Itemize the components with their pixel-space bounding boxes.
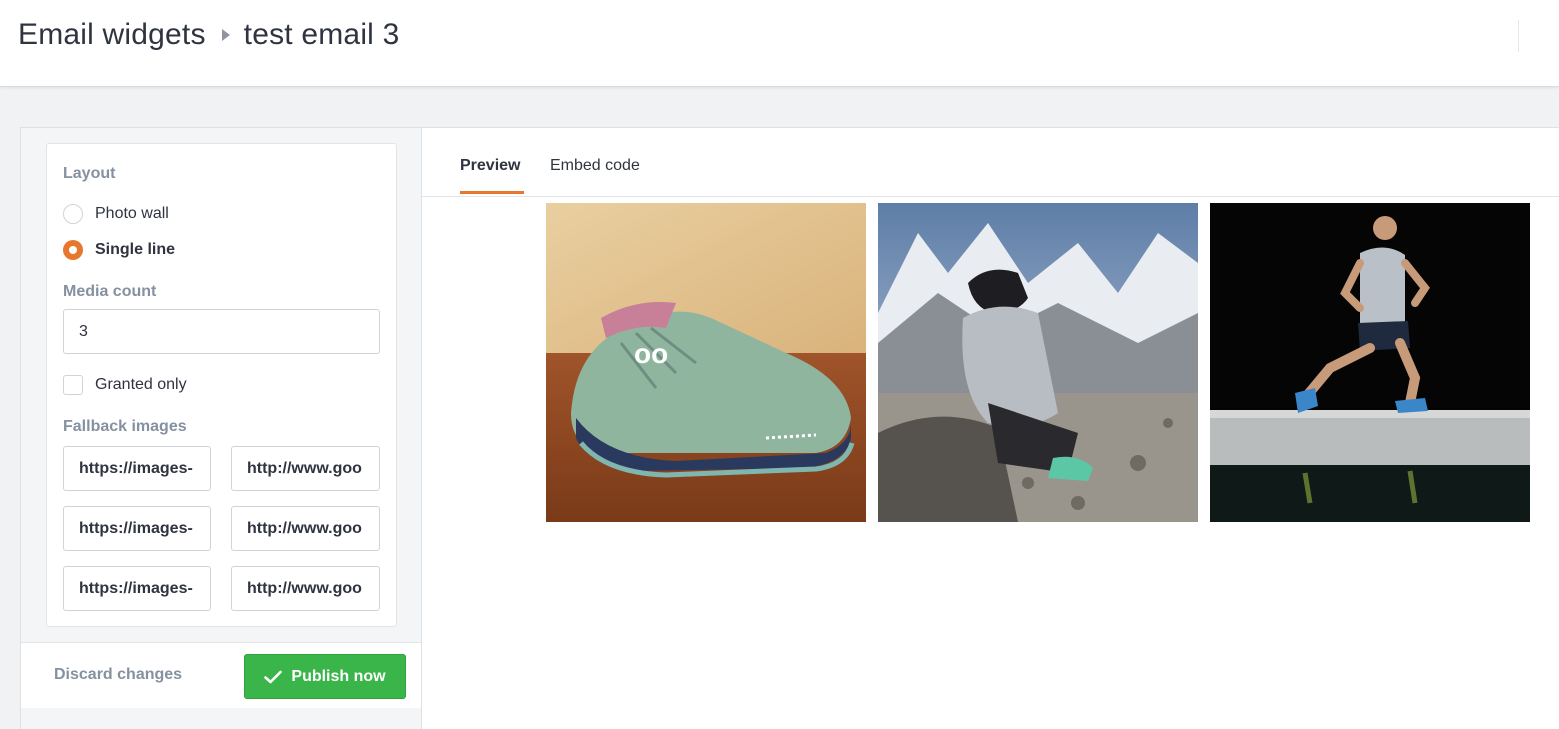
preview-panel: Preview Embed code oo <box>422 127 1559 729</box>
breadcrumb: Email widgets test email 3 <box>18 18 399 52</box>
top-bar: Email widgets test email 3 <box>0 0 1559 87</box>
page-title: test email 3 <box>243 18 400 51</box>
active-tab-indicator <box>460 191 524 194</box>
fallback-image-input-3[interactable] <box>63 506 211 551</box>
tab-embed-code[interactable]: Embed code <box>550 157 640 175</box>
granted-only-checkbox[interactable] <box>63 375 83 395</box>
layout-option-photo-wall[interactable]: Photo wall <box>63 204 169 224</box>
media-count-input[interactable] <box>63 309 380 354</box>
publish-now-label: Publish now <box>291 667 386 685</box>
settings-card: Layout Photo wall Single line Media coun… <box>46 143 397 627</box>
single-line-label: Single line <box>95 241 176 258</box>
settings-panel: Layout Photo wall Single line Media coun… <box>20 127 422 729</box>
photo-wall-radio[interactable] <box>63 204 83 224</box>
discard-changes-button[interactable]: Discard changes <box>54 666 182 684</box>
breadcrumb-caret-icon <box>221 29 230 41</box>
layout-option-single-line[interactable]: Single line <box>63 240 175 260</box>
breadcrumb-root-link[interactable]: Email widgets <box>18 18 206 52</box>
granted-only-label: Granted only <box>95 376 187 393</box>
svg-text:oo: oo <box>634 338 668 369</box>
publish-now-button[interactable]: Publish now <box>244 654 406 699</box>
layout-label: Layout <box>63 165 116 182</box>
fallback-image-input-4[interactable] <box>231 506 380 551</box>
settings-footer: Discard changes Publish now <box>21 642 421 708</box>
fallback-images-label: Fallback images <box>63 418 187 435</box>
granted-only-option[interactable]: Granted only <box>63 375 187 395</box>
runner-photo[interactable] <box>1210 203 1530 522</box>
single-line-radio[interactable] <box>63 240 83 260</box>
sneaker-photo[interactable]: oo <box>546 203 866 522</box>
media-count-label: Media count <box>63 283 157 300</box>
checkmark-icon <box>264 670 283 683</box>
fallback-image-input-6[interactable] <box>231 566 380 611</box>
fallback-image-input-5[interactable] <box>63 566 211 611</box>
tab-preview[interactable]: Preview <box>460 157 520 175</box>
header-divider <box>1518 20 1519 52</box>
preview-tabs: Preview Embed code <box>422 128 1559 197</box>
fallback-image-input-1[interactable] <box>63 446 211 491</box>
fallback-image-input-2[interactable] <box>231 446 380 491</box>
mountain-hiker-photo[interactable] <box>878 203 1198 522</box>
photo-wall-label: Photo wall <box>95 205 169 222</box>
